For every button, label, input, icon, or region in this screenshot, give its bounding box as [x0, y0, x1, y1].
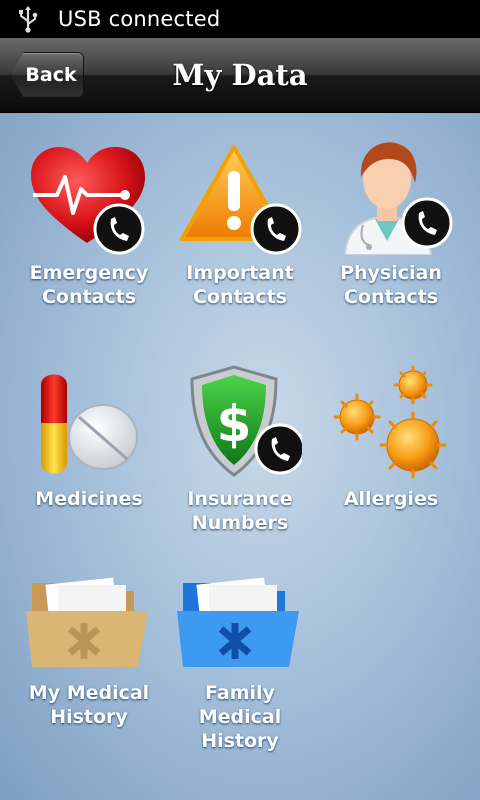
tile-label: Insurance Numbers — [187, 488, 293, 534]
main-grid: Emergency Contacts Important Contacts Ph… — [0, 113, 480, 800]
tile-label: My Medical History — [28, 682, 150, 728]
tile-emergency-contacts[interactable]: Emergency Contacts — [14, 143, 164, 309]
tile-label: Medicines — [35, 488, 143, 510]
tile-label: Important Contacts — [186, 262, 294, 308]
status-bar: USB connected — [0, 0, 480, 38]
tile-my-medical-history[interactable]: My Medical History — [14, 575, 164, 729]
tile-insurance-numbers[interactable]: $ Insurance Numbers — [165, 365, 315, 535]
shield-dollar-icon: $ — [190, 365, 302, 477]
usb-status-text: USB connected — [58, 7, 221, 31]
tile-allergies[interactable]: Allergies — [316, 365, 466, 511]
tile-physician-contacts[interactable]: Physician Contacts — [316, 137, 466, 309]
pill-icon — [41, 374, 138, 474]
heart-phone-icon — [31, 147, 145, 255]
tile-label: Emergency Contacts — [29, 262, 149, 308]
title-bar: My Data Back — [0, 38, 480, 113]
warning-phone-icon — [180, 145, 302, 255]
folder-tan-icon — [26, 577, 148, 667]
folder-blue-icon — [177, 577, 299, 667]
tile-label: Physician Contacts — [340, 262, 442, 308]
back-button[interactable]: Back — [10, 52, 84, 98]
tile-family-medical-history[interactable]: Family Medical History — [165, 575, 315, 753]
pollen-icon — [333, 365, 447, 479]
tile-important-contacts[interactable]: Important Contacts — [165, 143, 315, 309]
tile-label: Family Medical History — [198, 682, 282, 752]
tile-medicines[interactable]: Medicines — [14, 365, 164, 511]
tile-label: Allergies — [343, 488, 439, 510]
svg-text:$: $ — [217, 395, 252, 453]
usb-icon — [19, 6, 38, 33]
doctor-phone-icon — [343, 142, 453, 255]
